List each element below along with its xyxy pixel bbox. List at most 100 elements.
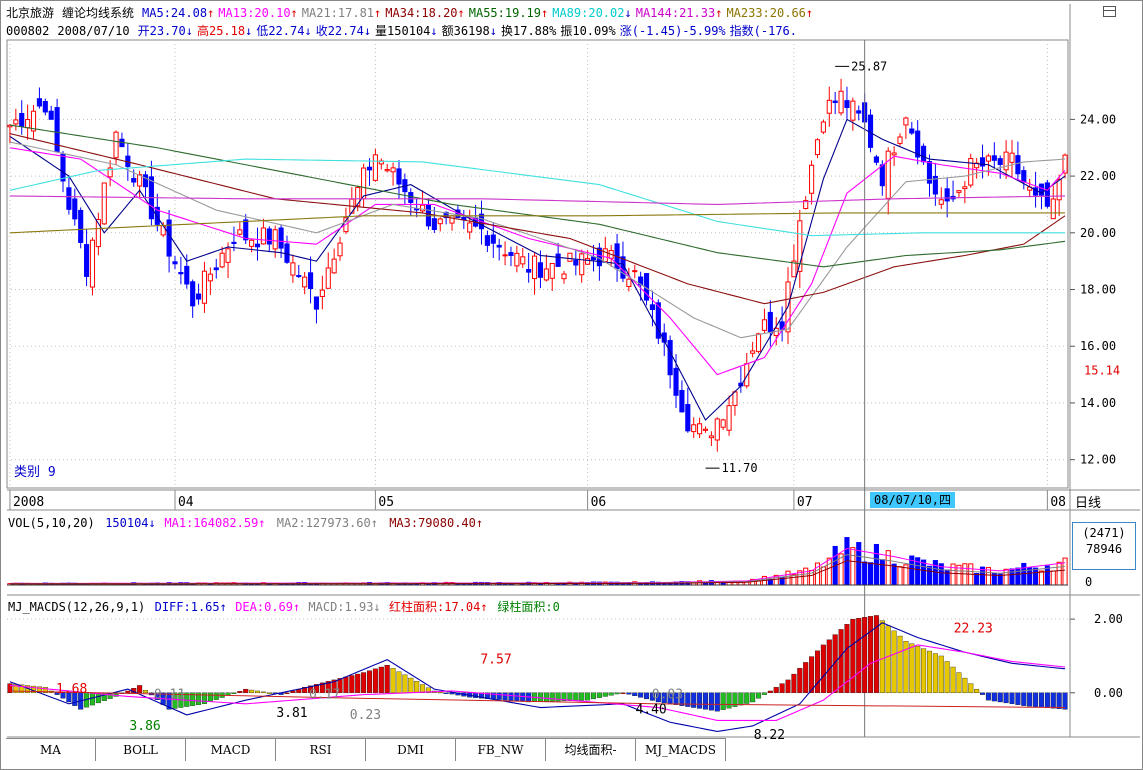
- category-label: 类别 9: [14, 465, 56, 480]
- date-tick-label: 2008: [13, 495, 44, 510]
- macd-hist-bar: [367, 670, 373, 693]
- candle-body: [290, 262, 296, 276]
- macd-hist-bar: [962, 677, 968, 693]
- macd-hist-bar: [726, 692, 732, 709]
- macd-hist-bar: [897, 635, 903, 693]
- tab-macd[interactable]: MACD: [186, 739, 276, 761]
- price-tick-label: 18.00: [1080, 283, 1116, 297]
- macd-hist-bar: [974, 688, 980, 693]
- macd-hist-bar: [980, 692, 986, 695]
- candle-body: [467, 222, 473, 233]
- candle-body: [1044, 182, 1050, 207]
- date-tick-label: 07: [797, 495, 813, 510]
- macd-hist-bar: [944, 661, 950, 693]
- volume-max-label: 78946: [1085, 542, 1123, 556]
- tab-area[interactable]: 均线面积-: [546, 739, 636, 761]
- candle-body: [272, 229, 278, 250]
- candle-body: [997, 158, 1003, 165]
- candle-body: [113, 131, 119, 159]
- macd-hist-bar: [508, 692, 514, 701]
- macd-hist-bar: [207, 692, 213, 702]
- candle-body: [531, 255, 538, 280]
- volume-scale-label: (2471): [1082, 526, 1126, 540]
- macd-hist-bar: [620, 692, 626, 694]
- candle-body: [844, 100, 850, 108]
- candle-body: [484, 235, 490, 246]
- candle-body: [260, 227, 266, 245]
- volume-bar: [826, 557, 832, 586]
- tab-boll[interactable]: BOLL: [96, 739, 186, 761]
- macd-hist-bar: [820, 644, 826, 693]
- tab-ma[interactable]: MA: [6, 739, 96, 761]
- macd-hist-bar: [89, 692, 95, 706]
- macd-hist-bar: [773, 687, 779, 693]
- macd-hist-bar: [720, 692, 726, 710]
- macd-area-label: 7.57: [480, 653, 511, 668]
- candle-body: [1062, 154, 1068, 174]
- candle-body: [366, 166, 373, 171]
- macd-hist-bar: [343, 676, 349, 693]
- macd-hist-bar: [856, 618, 862, 693]
- candle-body: [201, 270, 208, 304]
- candle-body: [302, 276, 308, 288]
- candle-body: [313, 296, 320, 310]
- macd-hist-bar: [390, 668, 396, 693]
- candle-body: [278, 227, 284, 249]
- macd-hist-bar: [590, 692, 597, 700]
- volume-bar: [1033, 567, 1039, 586]
- indicator-tab-bar: MA BOLL MACD RSI DMI FB_NW 均线面积- MJ_MACDS: [6, 738, 726, 761]
- macd-hist-bar: [1009, 692, 1015, 704]
- macd-hist-bar: [744, 692, 750, 704]
- candle-body: [190, 281, 196, 307]
- macd-hist-bar: [378, 666, 384, 693]
- macd-hist-bar: [997, 692, 1003, 703]
- macd-legend-item: MJ_MACDS(12,26,9,1): [8, 600, 145, 614]
- date-tick-label: 05: [378, 495, 394, 510]
- macd-hist-bar: [814, 650, 820, 693]
- candle-body: [820, 121, 826, 133]
- macd-hist-bar: [950, 666, 956, 693]
- candle-body: [284, 243, 290, 263]
- candle-body: [944, 188, 950, 202]
- candle-body: [496, 244, 502, 248]
- macd-hist-bar: [850, 618, 856, 693]
- macd-hist-bar: [396, 671, 402, 693]
- macd-area-label: 0.03: [652, 688, 683, 703]
- candle-body: [850, 100, 856, 121]
- tab-mjmacds[interactable]: MJ_MACDS: [636, 739, 726, 761]
- macd-hist-bar: [443, 692, 449, 694]
- macd-hist-bar: [243, 688, 249, 693]
- candle-body: [726, 405, 732, 431]
- candle-body: [384, 169, 390, 172]
- chart-canvas[interactable]: 24.00 22.00 20.00 18.00 16.00 14.00 12.00 15.14…: [0, 0, 1143, 770]
- candle-body: [679, 390, 685, 413]
- candle-body: [207, 273, 213, 282]
- candle-body: [237, 229, 243, 235]
- tab-rsi[interactable]: RSI: [276, 739, 366, 761]
- tab-fbnw[interactable]: FB_NW: [456, 739, 546, 761]
- candle-body: [962, 186, 968, 190]
- macd-hist-bar: [1062, 692, 1068, 710]
- candle-body: [632, 270, 638, 273]
- macd-legend-item: DIFF:1.65↑: [155, 600, 227, 614]
- candle-body: [396, 168, 402, 185]
- macd-hist-bar: [602, 692, 608, 697]
- candle-body: [319, 289, 325, 297]
- candle-body: [1003, 151, 1009, 171]
- period-label[interactable]: 日线: [1075, 492, 1101, 511]
- macd-hist-bar: [496, 692, 502, 700]
- volume-bar: [1021, 562, 1027, 586]
- price-tick-label: 16.00: [1080, 339, 1116, 353]
- candle-body: [84, 244, 90, 277]
- macd-hist-bar: [714, 692, 720, 712]
- macd-hist-bar: [756, 692, 762, 699]
- candle-body: [390, 167, 396, 173]
- macd-hist-bar: [402, 674, 408, 693]
- candle-body: [331, 258, 337, 274]
- macd-hist-bar: [991, 692, 997, 702]
- candle-body: [254, 243, 261, 248]
- macd-hist-bar: [862, 617, 868, 693]
- macd-hist-bar: [697, 692, 703, 709]
- candle-body: [832, 100, 838, 104]
- tab-dmi[interactable]: DMI: [366, 739, 456, 761]
